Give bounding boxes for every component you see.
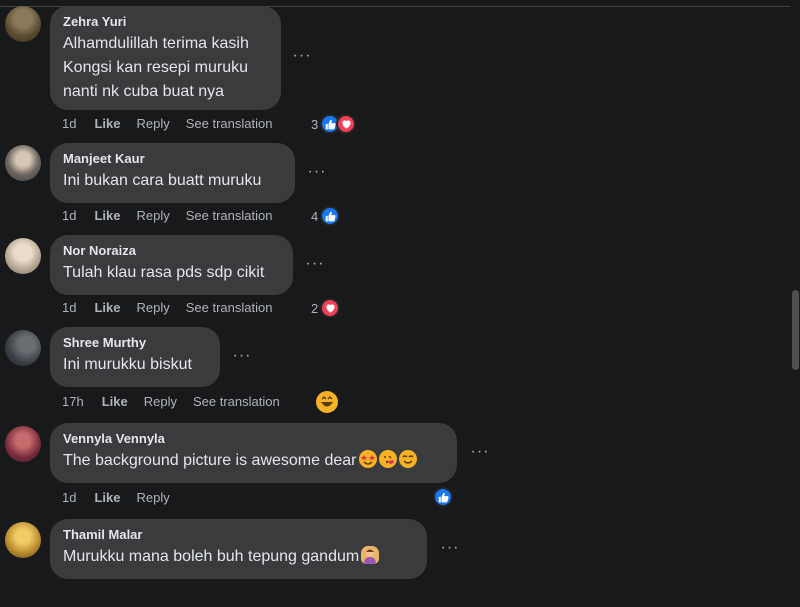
comment-text-content: Murukku mana boleh buh tepung gandum: [63, 548, 360, 565]
comment-bubble: Zehra Yuri Alhamdulillah terima kasih Ko…: [50, 6, 281, 110]
see-translation-link[interactable]: See translation: [193, 394, 280, 409]
reply-link[interactable]: Reply: [136, 116, 169, 131]
comment-text-content: The background picture is awesome dear: [63, 452, 357, 469]
more-options-button[interactable]: ···: [228, 342, 256, 370]
avatar[interactable]: [5, 522, 41, 558]
comment-text: Tulah klau rasa pds sdp cikit: [63, 264, 265, 281]
reply-link[interactable]: Reply: [136, 300, 169, 315]
comment-author[interactable]: Thamil Malar: [63, 527, 414, 543]
comment-time[interactable]: 1d: [62, 300, 76, 315]
comment-author[interactable]: Shree Murthy: [63, 335, 207, 351]
reaction-summary[interactable]: 4: [311, 206, 341, 226]
love-reaction-icon: [336, 114, 357, 134]
reaction-count: 3: [311, 116, 319, 132]
scrollbar-thumb[interactable]: [792, 290, 799, 370]
comment-text: The background picture is awesome dear: [63, 449, 444, 473]
more-options-button[interactable]: ···: [466, 438, 494, 466]
kissing-heart-emoji-icon: [378, 450, 397, 468]
comment-actions: 1d Like Reply See translation: [62, 116, 288, 131]
avatar[interactable]: [5, 330, 41, 366]
more-options-button[interactable]: ···: [436, 534, 464, 562]
comment-bubble: Shree Murthy Ini murukku biskut: [50, 327, 220, 387]
comment-actions: 1d Like Reply: [62, 490, 186, 505]
avatar[interactable]: [5, 145, 41, 181]
laughing-reaction-icon: [316, 391, 338, 413]
see-translation-link[interactable]: See translation: [186, 116, 273, 131]
see-translation-link[interactable]: See translation: [186, 300, 273, 315]
scrollbar-track[interactable]: [790, 0, 800, 607]
like-link[interactable]: Like: [94, 116, 120, 131]
comment-time[interactable]: 1d: [62, 116, 76, 131]
comment-bubble: Vennyla Vennyla The background picture i…: [50, 423, 457, 483]
comment-text: Alhamdulillah terima kasih Kongsi kan re…: [63, 35, 249, 100]
comment-actions: 17h Like Reply See translation: [62, 394, 296, 409]
reply-link[interactable]: Reply: [144, 394, 177, 409]
reply-link[interactable]: Reply: [136, 490, 169, 505]
star-struck-emoji-icon: [358, 450, 377, 468]
comment-text: Ini murukku biskut: [63, 356, 192, 373]
like-link[interactable]: Like: [102, 394, 128, 409]
comment-actions: 1d Like Reply See translation: [62, 300, 288, 315]
more-options-button[interactable]: ···: [288, 42, 316, 70]
comment-text: Ini bukan cara buatt muruku: [63, 172, 262, 189]
reaction-summary[interactable]: [316, 391, 338, 413]
love-reaction-icon: [320, 298, 341, 318]
more-options-button[interactable]: ···: [303, 158, 331, 186]
smiling-emoji-icon: [398, 450, 417, 468]
like-reaction-icon: [433, 487, 453, 507]
comment-time[interactable]: 1d: [62, 208, 76, 223]
person-facepalming-emoji-icon: [361, 546, 380, 564]
avatar[interactable]: [5, 238, 41, 274]
like-link[interactable]: Like: [94, 208, 120, 223]
reaction-count: 4: [311, 208, 319, 224]
like-link[interactable]: Like: [94, 490, 120, 505]
reaction-count: 2: [311, 300, 319, 316]
see-translation-link[interactable]: See translation: [186, 208, 273, 223]
reaction-summary[interactable]: 3: [311, 114, 357, 134]
comment-bubble: Thamil Malar Murukku mana boleh buh tepu…: [50, 519, 427, 579]
comment-author[interactable]: Nor Noraiza: [63, 243, 280, 259]
comment-author[interactable]: Manjeet Kaur: [63, 151, 282, 167]
comment-text: Murukku mana boleh buh tepung gandum: [63, 545, 414, 569]
comment-author[interactable]: Zehra Yuri: [63, 14, 268, 30]
reaction-summary[interactable]: 2: [311, 298, 341, 318]
reply-link[interactable]: Reply: [136, 208, 169, 223]
more-options-button[interactable]: ···: [301, 250, 329, 278]
comment-time[interactable]: 17h: [62, 394, 84, 409]
avatar[interactable]: [5, 426, 41, 462]
comment-bubble: Nor Noraiza Tulah klau rasa pds sdp ciki…: [50, 235, 293, 295]
reaction-summary[interactable]: [433, 487, 453, 507]
like-link[interactable]: Like: [94, 300, 120, 315]
comment-time[interactable]: 1d: [62, 490, 76, 505]
comment-actions: 1d Like Reply See translation: [62, 208, 288, 223]
like-reaction-icon: [320, 206, 341, 226]
comment-author[interactable]: Vennyla Vennyla: [63, 431, 444, 447]
comment-bubble: Manjeet Kaur Ini bukan cara buatt muruku: [50, 143, 295, 203]
avatar[interactable]: [5, 6, 41, 42]
